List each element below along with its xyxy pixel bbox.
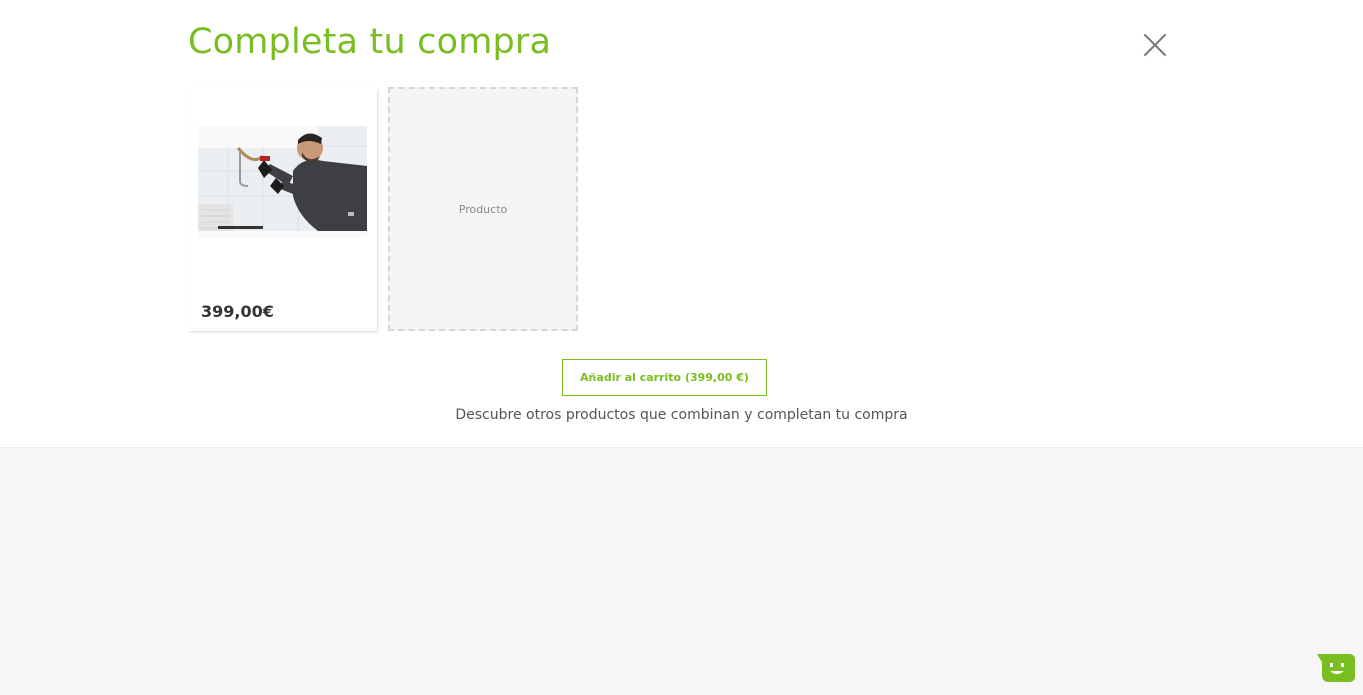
product-card[interactable]: 399,00€ bbox=[188, 88, 377, 331]
page-title: Completa tu compra bbox=[188, 22, 552, 62]
product-price: 399,00€ bbox=[201, 302, 274, 321]
product-placeholder-slot[interactable]: Producto bbox=[388, 87, 578, 331]
close-icon[interactable] bbox=[1141, 31, 1169, 59]
add-to-cart-button[interactable]: Añadir al carrito (399,00 €) bbox=[562, 359, 767, 396]
discover-text: Descubre otros productos que combinan y … bbox=[455, 407, 908, 423]
product-image[interactable] bbox=[198, 126, 367, 238]
placeholder-label: Producto bbox=[458, 202, 508, 216]
complete-purchase-panel: Completa tu compra 399,00€ Producto Añad… bbox=[0, 0, 1363, 448]
chat-bot-icon[interactable] bbox=[1317, 653, 1355, 683]
